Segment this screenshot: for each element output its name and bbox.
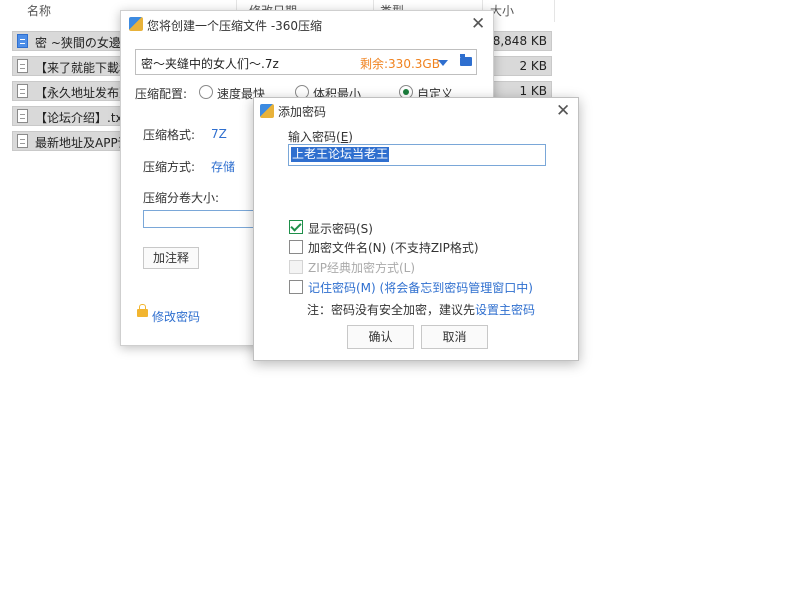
split-size-label: 压缩分卷大小: [143,191,220,205]
split-size-input[interactable] [143,210,263,228]
show-password-checkbox[interactable] [289,220,303,234]
text-file-icon [17,134,28,148]
column-header-name[interactable]: 名称 [27,0,51,22]
zip-classic-label: ZIP经典加密方式(L) [308,261,416,275]
app-logo-icon [260,104,274,118]
text-file-icon [17,59,28,73]
file-name: 【来了就能下載和 [35,61,132,75]
set-master-password-link[interactable]: 设置主密码 [475,303,535,317]
format-value[interactable]: 7Z [211,127,227,141]
password-value: 上老王论坛当老王 [291,147,390,162]
free-space-label: 剩余:330.3GB [360,57,440,71]
security-note: 注：密码没有安全加密，建议先设置主密码 [307,303,536,317]
file-name: 【论坛介绍】.txt [35,111,128,125]
text-file-icon [17,109,28,123]
password-input[interactable]: 上老王论坛当老王 [288,144,546,166]
dialog-title: 添加密码 [278,105,327,119]
output-path-text: 密～夹缝中的女人们～.7z [141,57,279,71]
app-logo-icon [129,17,143,31]
add-comment-button[interactable]: 加注释 [143,247,199,269]
change-password-link[interactable]: 修改密码 [152,308,200,325]
file-name: 密 ~狭間の女邊 [35,36,121,50]
column-separator[interactable] [554,0,555,22]
archive-file-icon [17,34,28,48]
dialog-title: 您将创建一个压缩文件 -360压缩 [147,19,323,33]
file-size: 1 KB [519,84,547,98]
dropdown-arrow-icon[interactable] [438,60,448,66]
password-label: 输入密码(E) [288,130,353,144]
file-name: 最新地址及APP请 [35,136,130,150]
file-size: 2 KB [519,59,547,73]
zip-classic-checkbox [289,260,303,274]
output-path-field[interactable]: 密～夹缝中的女人们～.7z 剩余:330.3GB [135,49,477,75]
close-icon[interactable]: ✕ [556,103,570,120]
close-icon[interactable]: ✕ [471,16,485,33]
show-password-label[interactable]: 显示密码(S) [308,220,373,237]
sort-arrow-icon: ^ [127,0,136,6]
file-name: 【永久地址发布页 [35,86,132,100]
method-label: 压缩方式: [143,160,196,174]
format-label: 压缩格式: [143,128,196,142]
add-password-dialog: 添加密码 ✕ 输入密码(E) 上老王论坛当老王 显示密码(S) 加密文件名(N)… [253,97,579,361]
text-file-icon [17,84,28,98]
encrypt-filenames-label[interactable]: 加密文件名(N) (不支持ZIP格式) [308,239,479,256]
encrypt-filenames-checkbox[interactable] [289,240,303,254]
method-value[interactable]: 存储 [211,158,235,175]
radio-fastest[interactable] [199,85,213,99]
lock-icon [137,304,148,317]
confirm-button[interactable]: 确认 [347,325,414,349]
cancel-button[interactable]: 取消 [421,325,488,349]
config-label: 压缩配置: [135,87,188,101]
remember-password-checkbox[interactable] [289,280,303,294]
remember-password-label[interactable]: 记住密码(M) (将会备忘到密码管理窗口中) [308,279,533,296]
folder-icon[interactable] [460,54,472,66]
